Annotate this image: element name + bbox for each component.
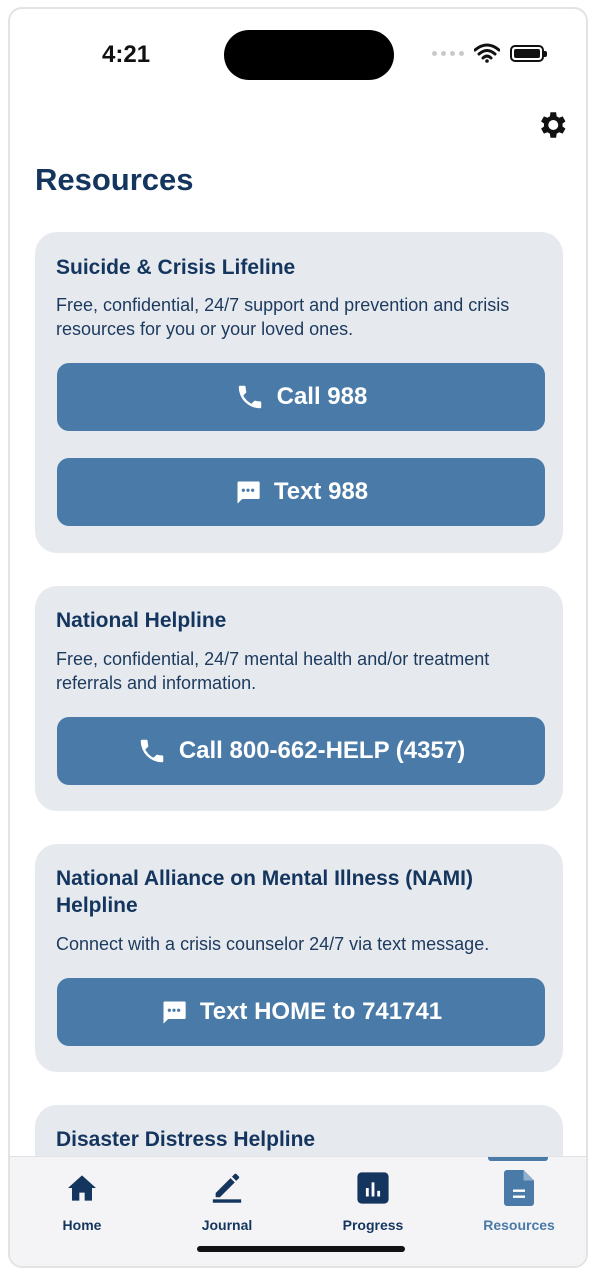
card-title: National Helpline	[56, 609, 227, 632]
tab-label: Home	[62, 1217, 102, 1233]
card-title: Suicide & Crisis Lifeline	[56, 256, 296, 279]
call-national-helpline-button[interactable]: Call 800-662-HELP (4357)	[57, 717, 545, 785]
card-title: National Alliance on Mental Illness (NAM…	[56, 867, 473, 917]
call-988-button[interactable]: Call 988	[57, 363, 545, 431]
tab-label: Progress	[342, 1217, 404, 1233]
card-description: Free, confidential, 24/7 support and pre…	[56, 295, 510, 339]
tab-label: Journal	[201, 1217, 253, 1233]
text-988-button[interactable]: Text 988	[57, 458, 545, 526]
page-title: Resources	[35, 162, 194, 197]
text-nami-button[interactable]: Text HOME to 741741	[57, 978, 545, 1046]
phone-icon	[238, 385, 261, 409]
phone-icon	[140, 739, 164, 763]
card-title: Disaster Distress Helpline	[56, 1128, 316, 1151]
phone-screen: 4:21 Resources Suicide & Crisis Lifeline…	[8, 7, 588, 1268]
home-icon	[68, 1175, 96, 1201]
gear-icon[interactable]	[535, 108, 569, 142]
tab-label: Resources	[483, 1217, 555, 1233]
cellular-signal-icon	[432, 50, 464, 56]
chart-icon	[357, 1172, 389, 1204]
tab-home[interactable]: Home	[22, 1169, 142, 1233]
tab-progress[interactable]: Progress	[313, 1169, 433, 1233]
button-label: Text 988	[273, 478, 369, 505]
document-icon	[504, 1170, 534, 1206]
status-icons	[432, 43, 547, 63]
message-icon	[237, 481, 260, 504]
wifi-icon	[474, 43, 500, 63]
resource-card-nami-helpline: National Alliance on Mental Illness (NAM…	[35, 844, 563, 1072]
card-description: Connect with a crisis counselor 24/7 via…	[56, 934, 490, 954]
card-description: Free, confidential, 24/7 mental health a…	[56, 649, 490, 693]
pencil-icon	[212, 1173, 242, 1203]
resource-card-crisis-lifeline: Suicide & Crisis Lifeline Free, confiden…	[35, 232, 563, 553]
status-time: 4:21	[102, 41, 151, 68]
tab-resources[interactable]: Resources	[459, 1169, 579, 1233]
dynamic-island	[224, 30, 394, 80]
tab-journal[interactable]: Journal	[167, 1169, 287, 1233]
button-label: Call 800-662-HELP (4357)	[178, 737, 466, 764]
button-label: Call 988	[276, 383, 368, 410]
home-indicator	[197, 1246, 405, 1252]
battery-icon	[510, 44, 547, 62]
button-label: Text HOME to 741741	[199, 998, 443, 1025]
message-icon	[163, 1001, 186, 1024]
resource-card-national-helpline: National Helpline Free, confidential, 24…	[35, 586, 563, 811]
active-tab-indicator	[488, 1157, 548, 1161]
